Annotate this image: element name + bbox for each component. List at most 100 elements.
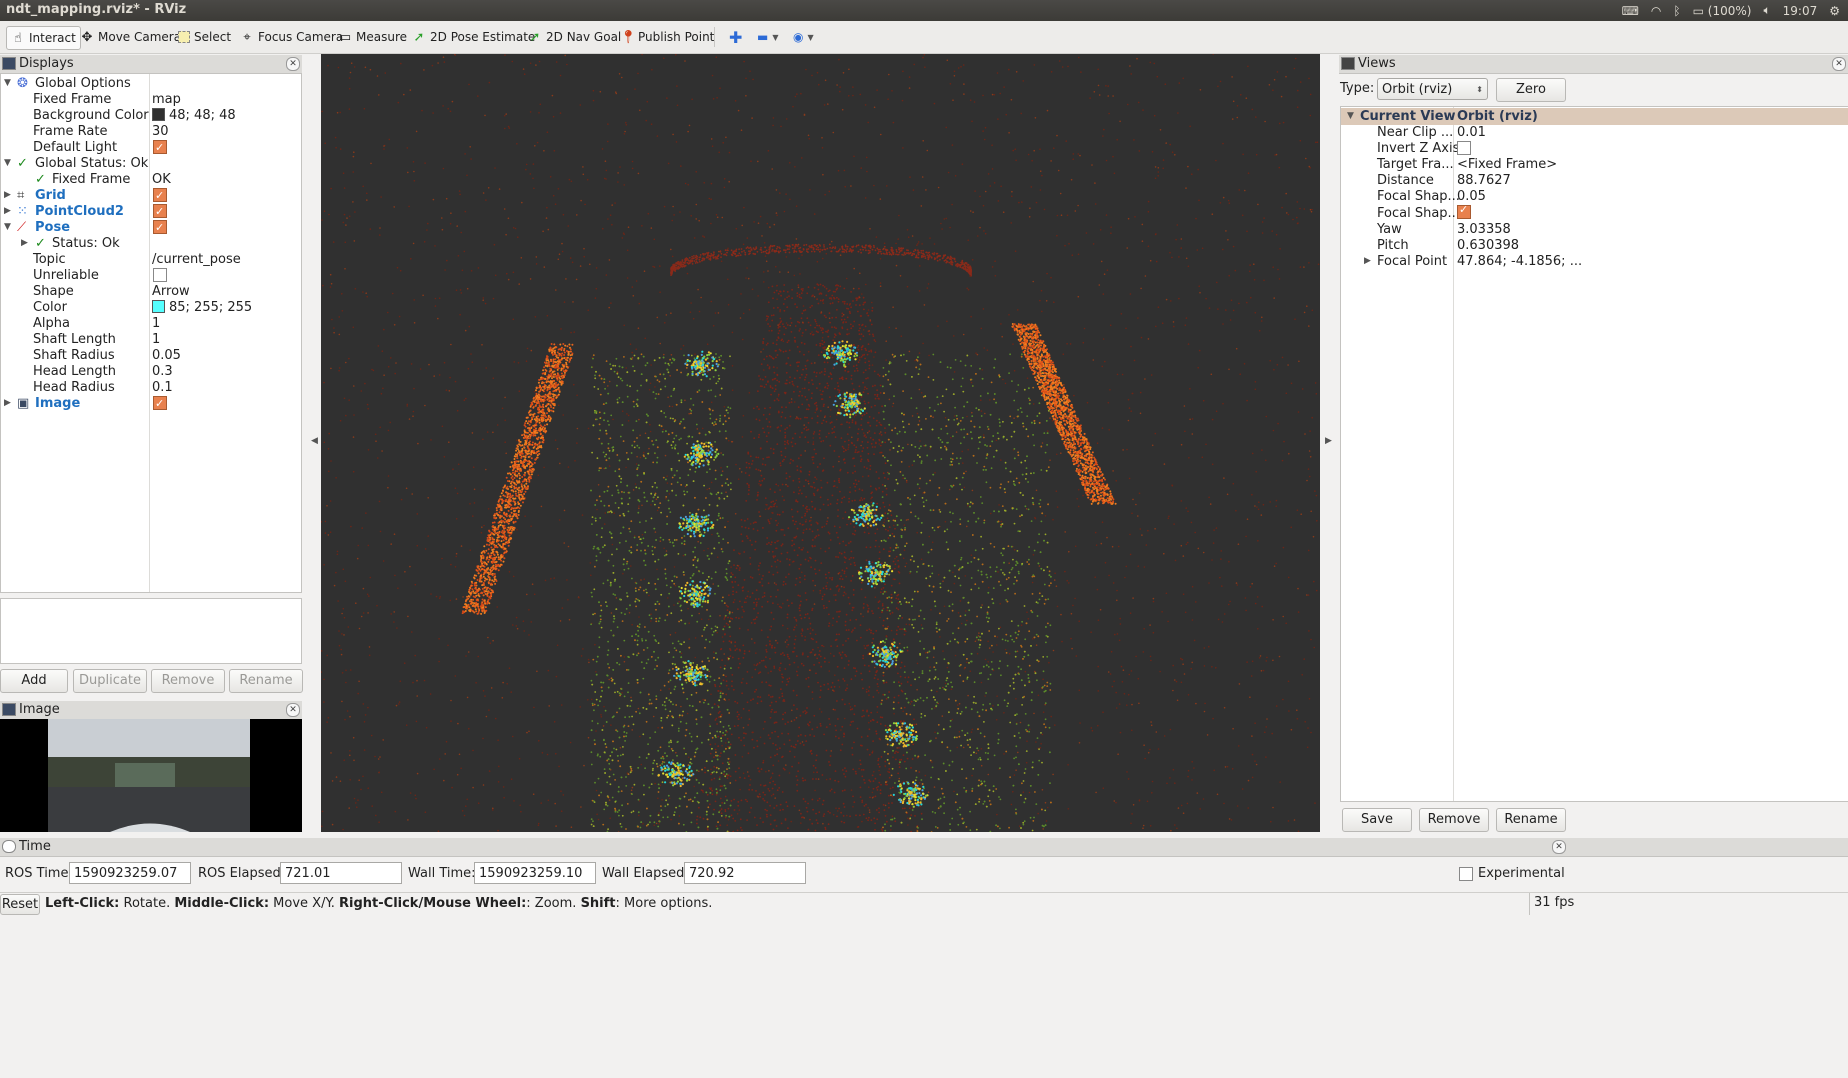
hint-text: : More options. <box>615 896 713 911</box>
unreliable-checkbox[interactable] <box>153 267 167 282</box>
remove-display-button[interactable]: Remove <box>151 669 225 693</box>
battery-indicator[interactable]: ▭ (100%) <box>1693 4 1752 18</box>
expand-arrow-icon[interactable]: ▶ <box>1364 256 1371 266</box>
hint-key: Right-Click/Mouse Wheel: <box>339 896 527 911</box>
wall-elapsed-field[interactable]: 720.92 <box>684 862 806 884</box>
wall-elapsed-label: Wall Elapsed: <box>602 866 689 881</box>
3d-render-view[interactable] <box>321 54 1320 832</box>
tree-label: Yaw <box>1377 221 1402 237</box>
tree-value[interactable]: 0.630398 <box>1457 238 1519 253</box>
tree-row-image[interactable]: ▶ ▣ Image <box>1 394 301 413</box>
experimental-label: Experimental <box>1478 866 1565 881</box>
remove-tool-minus-icon[interactable]: ▬ ▼ <box>753 26 783 48</box>
tree-label: Image <box>35 396 81 411</box>
view-type-select[interactable]: Orbit (rviz) ⬍ <box>1377 78 1488 100</box>
ruler-icon: ▭ <box>338 29 352 45</box>
tree-label: Pitch <box>1377 237 1409 253</box>
view-property-row[interactable]: Invert Z Axis <box>1341 140 1848 157</box>
tree-label: Near Clip ... <box>1377 125 1454 140</box>
close-icon[interactable]: ✕ <box>1552 840 1566 854</box>
green-arrow-icon: ➚ <box>529 29 541 45</box>
expand-arrow-icon[interactable]: ▶ <box>4 394 11 413</box>
view-property-row[interactable]: Near Clip ... 0.01 <box>1341 125 1848 141</box>
close-icon[interactable]: ✕ <box>1832 57 1846 71</box>
view-property-row[interactable]: Pitch 0.630398 <box>1341 238 1848 254</box>
current-view-row[interactable]: ▼ Current View Orbit (rviz) <box>1341 108 1848 125</box>
view-property-row[interactable]: Focal Shap... <box>1341 203 1848 222</box>
close-icon[interactable]: ✕ <box>286 703 300 717</box>
experimental-checkbox-wrap[interactable] <box>1459 866 1473 882</box>
select-value: Orbit (rviz) <box>1382 82 1453 97</box>
view-property-checkbox[interactable] <box>1457 203 1471 219</box>
tree-label: Invert Z Axis <box>1377 141 1460 157</box>
bluetooth-icon[interactable]: ᛒ <box>1673 4 1680 18</box>
views-tree[interactable]: ▼ Current View Orbit (rviz) Near Clip ..… <box>1340 106 1848 802</box>
save-view-button[interactable]: Save <box>1342 808 1412 832</box>
pointcloud-checkbox[interactable] <box>153 202 167 221</box>
grid-checkbox[interactable] <box>153 186 167 205</box>
select-tool-button[interactable]: Select <box>174 26 235 48</box>
camera-image-view[interactable] <box>0 719 302 832</box>
panels-eye-icon[interactable]: ◉ ▼ <box>789 26 818 48</box>
tree-value[interactable]: 0.01 <box>1457 125 1486 140</box>
camera-image <box>48 719 250 832</box>
tree-value[interactable]: 47.864; -4.1856; ... <box>1457 254 1582 269</box>
tree-label: Current View <box>1360 109 1456 124</box>
remove-view-button[interactable]: Remove <box>1419 808 1489 832</box>
window-title: ndt_mapping.rviz* - RViz <box>6 2 187 17</box>
left-splitter-handle[interactable]: ◀ <box>311 436 318 446</box>
publish-point-tool-button[interactable]: 📍︎ Publish Point <box>616 26 718 48</box>
pose-estimate-tool-button[interactable]: ➚ 2D Pose Estimate <box>408 26 539 48</box>
ros-elapsed-field[interactable]: 721.01 <box>280 862 402 884</box>
move-camera-tool-button[interactable]: ✥ Move Camera <box>76 26 185 48</box>
focus-camera-tool-button[interactable]: ⌖ Focus Camera <box>236 26 347 48</box>
tree-label: Distance <box>1377 173 1434 189</box>
pose-checkbox[interactable] <box>153 218 167 237</box>
view-property-row[interactable]: Target Fra... <Fixed Frame> <box>1341 157 1848 173</box>
color-value: 48; 48; 48 <box>169 108 236 123</box>
measure-tool-button[interactable]: ▭ Measure <box>334 26 411 48</box>
battery-percent: (100%) <box>1707 3 1752 18</box>
reset-button[interactable]: Reset <box>0 894 40 915</box>
default-light-checkbox[interactable] <box>153 138 167 157</box>
hint-key: Shift <box>580 896 616 911</box>
nav-goal-tool-button[interactable]: ➚ 2D Nav Goal <box>524 26 625 48</box>
right-splitter-handle[interactable]: ▶ <box>1325 436 1332 446</box>
experimental-checkbox[interactable] <box>1459 866 1473 881</box>
add-display-button[interactable]: Add <box>0 669 68 693</box>
tree-value[interactable] <box>1457 140 1471 156</box>
collapse-arrow-icon[interactable]: ▼ <box>1347 111 1354 121</box>
add-tool-plus-icon[interactable]: ✚ <box>725 26 746 48</box>
ros-time-field[interactable]: 1590923259.07 <box>69 862 191 884</box>
volume-icon[interactable]: 🔈︎ <box>1763 3 1770 18</box>
rename-view-button[interactable]: Rename <box>1496 808 1566 832</box>
view-property-row[interactable]: Focal Shap... 0.05 <box>1341 189 1848 205</box>
keyboard-icon[interactable]: ⌨ <box>1622 4 1639 18</box>
wifi-icon[interactable]: ◠ <box>1651 4 1661 18</box>
tree-value[interactable]: 88.7627 <box>1457 173 1511 188</box>
status-bar: Reset Left-Click: Rotate. Middle-Click: … <box>0 892 1848 915</box>
color-swatch <box>152 300 165 313</box>
displays-tree[interactable]: ▼ ❂ Global Options Fixed Frame map Backg… <box>0 73 302 593</box>
image-checkbox[interactable] <box>153 394 167 413</box>
clock[interactable]: 19:07 <box>1783 4 1818 18</box>
color-value: 85; 255; 255 <box>169 300 253 315</box>
view-property-row[interactable]: Yaw 3.03358 <box>1341 222 1848 238</box>
settings-gear-icon[interactable]: ⚙ <box>1829 4 1840 18</box>
ros-elapsed-label: ROS Elapsed: <box>198 866 286 881</box>
tree-value[interactable]: 3.03358 <box>1457 222 1511 237</box>
rename-display-button[interactable]: Rename <box>229 669 303 693</box>
select-icon <box>178 31 190 43</box>
wall-time-field[interactable]: 1590923259.10 <box>474 862 596 884</box>
zero-button[interactable]: Zero <box>1496 78 1566 102</box>
tree-value[interactable] <box>1457 203 1471 221</box>
close-icon[interactable]: ✕ <box>286 57 300 71</box>
view-property-row[interactable]: ▶ Focal Point 47.864; -4.1856; ... <box>1341 254 1848 270</box>
view-property-checkbox[interactable] <box>1457 140 1471 155</box>
view-property-row[interactable]: Distance 88.7627 <box>1341 173 1848 189</box>
tree-value: Orbit (rviz) <box>1457 109 1538 124</box>
green-arrow-icon: ➚ <box>413 29 425 45</box>
interact-tool-button[interactable]: ☝ Interact <box>6 26 81 50</box>
duplicate-display-button[interactable]: Duplicate <box>73 669 147 693</box>
tree-value[interactable]: <Fixed Frame> <box>1457 157 1557 172</box>
